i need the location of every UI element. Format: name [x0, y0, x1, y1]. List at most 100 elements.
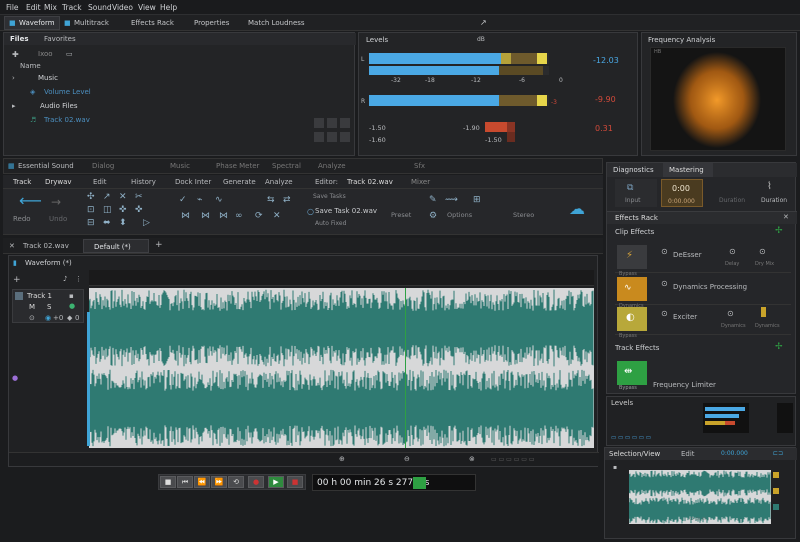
tab-spectral[interactable]: Spectral: [272, 162, 301, 170]
stop-button[interactable]: ■: [160, 476, 176, 488]
record-button[interactable]: ●: [248, 476, 264, 488]
marquee-icon[interactable]: ⊡: [87, 205, 95, 215]
effect-row-deesser[interactable]: ⚡ Bypass ⊙ DeEsser ⊙ Delay ⊙ Dry Mix: [615, 243, 791, 277]
menu-view[interactable]: View: [138, 3, 156, 12]
import-label[interactable]: Ixoo: [38, 50, 53, 58]
file-item-track-02[interactable]: Track 02.wav: [44, 116, 90, 124]
record-arm-icon[interactable]: ●: [69, 302, 75, 310]
redo-label[interactable]: Redo: [13, 215, 31, 223]
tab-mastering[interactable]: Mastering: [663, 163, 713, 177]
undo-label[interactable]: Undo: [49, 215, 67, 223]
action-button-6[interactable]: [340, 132, 350, 142]
slip-tool-icon[interactable]: ◫: [103, 205, 112, 215]
pan-icon[interactable]: ◆: [67, 314, 72, 322]
action-button-1[interactable]: [314, 118, 324, 128]
effect-row-limiter[interactable]: ⇹ Bypass Frequency Limiter: [615, 359, 791, 391]
cloud-sync-icon[interactable]: ☁: [569, 199, 585, 218]
tool-tab-edit[interactable]: Edit: [93, 178, 107, 186]
tool-tab-drywav[interactable]: Drywav: [45, 178, 72, 186]
mix-icon[interactable]: ✕: [273, 211, 281, 221]
zoom-controls[interactable]: ▭ ▭ ▭ ▭ ▭ ▭: [491, 456, 535, 463]
tab-properties[interactable]: Properties: [194, 19, 229, 27]
waveform-tab-title[interactable]: Waveform (*): [25, 259, 72, 267]
rewind-button[interactable]: ⏮: [177, 476, 193, 488]
options-label[interactable]: Options: [447, 211, 472, 219]
stop-record-button[interactable]: ■: [287, 476, 303, 488]
tab-phase-meter[interactable]: Phase Meter: [216, 162, 259, 170]
editor-tab-close-icon[interactable]: ✕: [9, 242, 15, 250]
selection-edit-tab[interactable]: Edit: [681, 450, 695, 458]
radio-icon[interactable]: ○: [307, 207, 314, 216]
chevron-right-icon-2[interactable]: ▸: [12, 102, 16, 110]
tool-tab-mixer[interactable]: Mixer: [411, 178, 430, 186]
add-track-icon[interactable]: +: [13, 275, 21, 285]
fast-rewind-button[interactable]: ⏪: [194, 476, 210, 488]
auto-fixed-label[interactable]: Auto Fixed: [315, 220, 346, 227]
horizontal-scroll[interactable]: ⊕ ⊖ ⊗ ▭ ▭ ▭ ▭ ▭ ▭: [9, 452, 599, 466]
gear-icon[interactable]: ⚙: [429, 211, 437, 221]
selection-menu-icon[interactable]: ⊏⊐: [773, 450, 783, 457]
track-effects-add-icon[interactable]: ✢: [775, 342, 783, 352]
fast-forward-button[interactable]: ⏩: [211, 476, 227, 488]
editor-tab-default[interactable]: Default (*): [83, 239, 149, 253]
action-button-5[interactable]: [327, 132, 337, 142]
wand-icon[interactable]: ⟿: [445, 195, 458, 205]
action-button-3[interactable]: [340, 118, 350, 128]
fade-out-icon[interactable]: ⌁: [197, 195, 202, 205]
menu-sound[interactable]: Sound: [88, 3, 112, 12]
stereo-icon[interactable]: ⇆: [267, 195, 275, 205]
effect-row-exciter[interactable]: ◐ Bypass ⊙ Exciter ⊙ Dynamics Dynamics: [615, 305, 791, 339]
file-item-audio-files[interactable]: Audio Files: [40, 102, 77, 110]
tab-favorites[interactable]: Favorites: [44, 35, 76, 43]
tab-music[interactable]: Music: [170, 162, 190, 170]
time-ruler[interactable]: [89, 270, 594, 286]
menu-help[interactable]: Help: [160, 3, 177, 12]
dry-knob[interactable]: ⊙: [759, 247, 766, 256]
spot-heal-icon[interactable]: ⬍: [119, 218, 127, 228]
clip-edge-left[interactable]: [87, 312, 90, 446]
tool-tab-generate[interactable]: Generate: [223, 178, 256, 186]
marker-icon[interactable]: ⋈: [181, 211, 190, 221]
essential-sound-title[interactable]: Essential Sound: [18, 162, 74, 170]
delay-knob[interactable]: ⊙: [729, 247, 736, 256]
link-icon[interactable]: ⋈: [201, 211, 210, 221]
zoom-full-icon[interactable]: ⊗: [469, 455, 475, 463]
play-mini-icon[interactable]: ▷: [143, 218, 150, 228]
action-button-4[interactable]: [314, 132, 324, 142]
file-item-music[interactable]: Music: [38, 74, 58, 82]
volume-value[interactable]: +0: [53, 314, 63, 322]
audio-clip[interactable]: [89, 288, 594, 448]
zoom-out-icon[interactable]: ⊖: [404, 455, 410, 463]
selection-view-title[interactable]: Selection/View: [609, 450, 660, 458]
brush-icon[interactable]: ✜: [135, 205, 143, 215]
loop-button[interactable]: ⟲: [228, 476, 244, 488]
save-task-label[interactable]: Save Task 02.wav: [315, 207, 377, 215]
tab-analyze[interactable]: Analyze: [318, 162, 346, 170]
tool-tab-file[interactable]: Track 02.wav: [347, 178, 393, 186]
solo-button[interactable]: S: [47, 303, 51, 311]
track-menu-icon[interactable]: ▪: [69, 292, 74, 300]
menu-video[interactable]: Video: [112, 3, 133, 12]
action-button-2[interactable]: [327, 118, 337, 128]
dynamics-knob[interactable]: ⊙: [661, 279, 668, 288]
stereo-label[interactable]: Stereo: [513, 211, 534, 219]
tab-multitrack[interactable]: Multitrack: [74, 19, 109, 27]
tool-tab-editor[interactable]: Editor:: [315, 178, 338, 186]
eq-icon[interactable]: ⊞: [473, 195, 481, 205]
tab-diagnostics[interactable]: Diagnostics: [613, 166, 654, 174]
pencil-icon[interactable]: ✎: [429, 195, 437, 205]
menu-edit[interactable]: Edit: [26, 3, 41, 12]
monitor-icon[interactable]: ⊙: [29, 314, 35, 322]
speaker-icon[interactable]: ♪: [63, 275, 67, 283]
tool-tab-analyze[interactable]: Analyze: [265, 178, 293, 186]
tool-tab-track[interactable]: Track: [13, 178, 31, 186]
menu-file[interactable]: File: [6, 3, 19, 12]
zoom-tool-icon[interactable]: ⊟: [87, 218, 95, 228]
editor-tab-track[interactable]: Track 02.wav: [23, 242, 69, 250]
scissor-icon[interactable]: ✂: [135, 192, 143, 202]
split-icon[interactable]: ⋈: [219, 211, 228, 221]
play-button[interactable]: ▶: [268, 476, 284, 488]
effect-row-dynamics[interactable]: ∿ Dynamics ⊙ Dynamics Processing: [615, 275, 791, 309]
tool-tab-history[interactable]: History: [131, 178, 156, 186]
mono-icon[interactable]: ⇄: [283, 195, 291, 205]
